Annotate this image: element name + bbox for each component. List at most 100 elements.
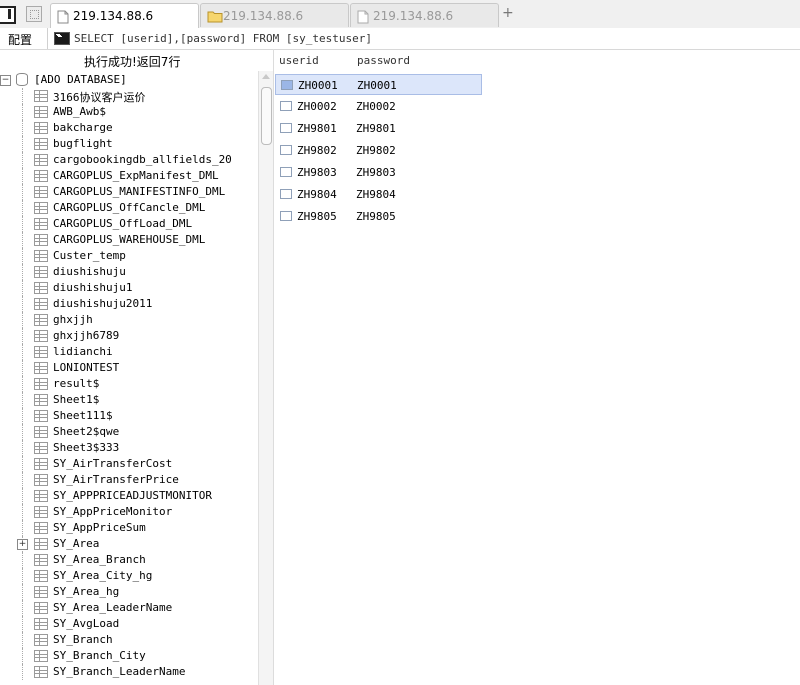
tree-table-item[interactable]: SY_Branch (0, 632, 258, 648)
collapse-icon[interactable]: − (0, 75, 11, 86)
cell-userid[interactable]: ZH9803 (297, 166, 337, 179)
table-name: LONIONTEST (53, 361, 120, 374)
cell-password[interactable]: ZH9801 (356, 122, 396, 135)
row-icon (280, 101, 292, 111)
tree-table-item[interactable]: Sheet2$qwe (0, 424, 258, 440)
new-tab-button[interactable]: + (502, 5, 514, 21)
tree-table-item[interactable]: 3166协议客户运价 (0, 88, 258, 104)
cell-password[interactable]: ZH0001 (357, 79, 397, 92)
column-header-userid[interactable]: userid (279, 54, 319, 67)
tree-table-item[interactable]: lidianchi (0, 344, 258, 360)
window-menu-icon[interactable] (0, 6, 16, 24)
tree-table-item[interactable]: ghxjjh (0, 312, 258, 328)
tree-table-item[interactable]: SY_AppPriceMonitor (0, 504, 258, 520)
table-name: ghxjjh (53, 313, 93, 326)
cell-userid[interactable]: ZH9801 (297, 122, 337, 135)
tree-table-item[interactable]: AWB_Awb$ (0, 104, 258, 120)
tree-line (22, 152, 23, 168)
tree-table-item[interactable]: SY_AirTransferCost (0, 456, 258, 472)
table-icon (34, 218, 48, 230)
tree-table-item[interactable]: Custer_temp (0, 248, 258, 264)
cell-password[interactable]: ZH9803 (356, 166, 396, 179)
tree-line (22, 392, 23, 408)
tree-line (22, 232, 23, 248)
tab-connection-2[interactable]: 219.134.88.6 (200, 3, 349, 27)
tree-line (22, 520, 23, 536)
tree-line (22, 488, 23, 504)
query-bar: 配置 SELECT [userid],[password] FROM [sy_t… (0, 28, 800, 50)
tree-table-item[interactable]: SY_AvgLoad (0, 616, 258, 632)
tree-table-item[interactable]: bugflight (0, 136, 258, 152)
table-row[interactable]: ZH9803 ZH9803 (275, 162, 482, 183)
tree-table-item[interactable]: SY_Branch_City (0, 648, 258, 664)
sql-query-text[interactable]: SELECT [userid],[password] FROM [sy_test… (74, 32, 372, 45)
table-row[interactable]: ZH0001 ZH0001 (275, 74, 482, 95)
tree-table-item[interactable]: bakcharge (0, 120, 258, 136)
cell-userid[interactable]: ZH0001 (298, 79, 338, 92)
tree-table-item[interactable]: SY_Branch_LeaderName (0, 664, 258, 680)
table-icon (34, 202, 48, 214)
tree-table-item[interactable]: Sheet111$ (0, 408, 258, 424)
tree-root[interactable]: − [ADO DATABASE] (0, 72, 258, 88)
expand-icon[interactable]: + (17, 539, 28, 550)
tree-table-item[interactable]: diushishuju1 (0, 280, 258, 296)
table-row[interactable]: ZH9801 ZH9801 (275, 118, 482, 139)
tree-table-item[interactable]: result$ (0, 376, 258, 392)
tree-table-item[interactable]: Sheet3$333 (0, 440, 258, 456)
tree-table-item[interactable]: ghxjjh6789 (0, 328, 258, 344)
cell-password[interactable]: ZH0002 (356, 100, 396, 113)
panel-divider[interactable] (273, 49, 274, 685)
table-icon (34, 346, 48, 358)
tree-table-item[interactable]: SY_Area_City_hg (0, 568, 258, 584)
column-header-password[interactable]: password (357, 54, 410, 67)
tree-table-item[interactable]: + SY_Area (0, 536, 258, 552)
cell-password[interactable]: ZH9804 (356, 188, 396, 201)
tree-line (22, 408, 23, 424)
scroll-up-icon[interactable] (262, 74, 270, 79)
table-row[interactable]: ZH9805 ZH9805 (275, 206, 482, 227)
tab-connection-1[interactable]: 219.134.88.6 (50, 3, 199, 29)
tree-table-item[interactable]: SY_APPPRICEADJUSTMONITOR (0, 488, 258, 504)
tree-table-item[interactable]: SY_AirTransferPrice (0, 472, 258, 488)
tree-line (22, 168, 23, 184)
cell-password[interactable]: ZH9805 (356, 210, 396, 223)
table-icon (34, 410, 48, 422)
tree-table-item[interactable]: LONIONTEST (0, 360, 258, 376)
config-button[interactable]: 配置 (8, 31, 32, 48)
tree-table-item[interactable]: CARGOPLUS_MANIFESTINFO_DML (0, 184, 258, 200)
table-name: diushishuju1 (53, 281, 133, 294)
cell-userid[interactable]: ZH9802 (297, 144, 337, 157)
table-name: SY_APPPRICEADJUSTMONITOR (53, 489, 212, 502)
table-name: SY_AvgLoad (53, 617, 120, 630)
tree-table-item[interactable]: cargobookingdb_allfields_20 (0, 152, 258, 168)
cell-userid[interactable]: ZH0002 (297, 100, 337, 113)
database-icon (16, 73, 28, 86)
scrollbar-thumb[interactable] (261, 87, 272, 145)
table-icon (34, 122, 48, 134)
cell-userid[interactable]: ZH9804 (297, 188, 337, 201)
cell-userid[interactable]: ZH9805 (297, 210, 337, 223)
document-icon (57, 10, 69, 24)
tab-connection-3[interactable]: 219.134.88.6 (350, 3, 499, 27)
tree-table-item[interactable]: CARGOPLUS_WAREHOUSE_DML (0, 232, 258, 248)
tree-table-item[interactable]: SY_Area_LeaderName (0, 600, 258, 616)
tree-table-item[interactable]: CARGOPLUS_OffLoad_DML (0, 216, 258, 232)
table-name: SY_Branch_LeaderName (53, 665, 186, 678)
tree-table-item[interactable]: CARGOPLUS_ExpManifest_DML (0, 168, 258, 184)
table-icon (34, 266, 48, 278)
cell-password[interactable]: ZH9802 (356, 144, 396, 157)
tree-table-item[interactable]: CARGOPLUS_OffCancle_DML (0, 200, 258, 216)
tree-table-item[interactable]: diushishuju2011 (0, 296, 258, 312)
table-icon (34, 426, 48, 438)
table-row[interactable]: ZH0002 ZH0002 (275, 96, 482, 117)
tree-table-item[interactable]: SY_Area_hg (0, 584, 258, 600)
tree-table-item[interactable]: SY_AppPriceSum (0, 520, 258, 536)
tree-table-item[interactable]: SY_Area_Branch (0, 552, 258, 568)
table-row[interactable]: ZH9802 ZH9802 (275, 140, 482, 161)
table-icon (34, 554, 48, 566)
tree-table-item[interactable]: Sheet1$ (0, 392, 258, 408)
tree-table-item[interactable]: diushishuju (0, 264, 258, 280)
table-row[interactable]: ZH9804 ZH9804 (275, 184, 482, 205)
tree-line (22, 296, 23, 312)
tree-scrollbar[interactable] (258, 71, 273, 685)
